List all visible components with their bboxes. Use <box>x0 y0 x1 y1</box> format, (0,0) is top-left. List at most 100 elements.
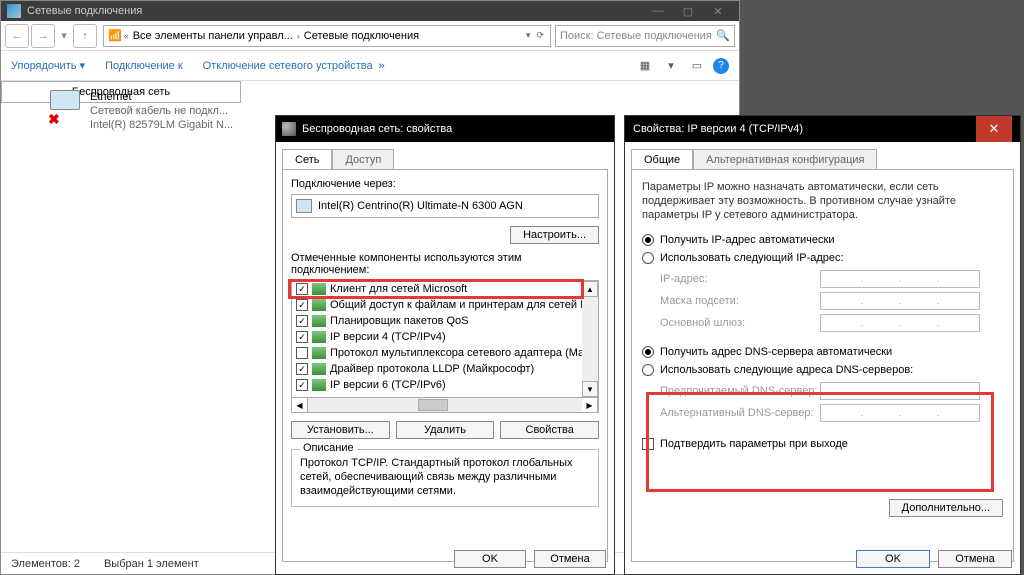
search-input[interactable]: Поиск: Сетевые подключения 🔍 <box>555 25 735 47</box>
dns1-input[interactable]: ... <box>820 382 980 400</box>
checkbox[interactable] <box>296 363 308 375</box>
breadcrumb-root[interactable]: Все элементы панели управл... <box>133 30 293 42</box>
description-label: Описание <box>300 442 357 454</box>
tab-network[interactable]: Сеть <box>282 149 332 170</box>
description-text: Протокол TCP/IP. Стандартный протокол гл… <box>300 456 590 498</box>
ipv4-description: Параметры IP можно назначать автоматичес… <box>642 180 1003 222</box>
window-controls: — ▢ ✕ <box>643 1 733 21</box>
ipv4-title: Свойства: IP версии 4 (TCP/IPv4) <box>633 123 803 135</box>
disconnected-x-icon: ✖ <box>48 111 60 128</box>
disable-device-menu[interactable]: Отключение сетевого устройства <box>203 60 373 72</box>
list-item: Общий доступ к файлам и принтерам для се… <box>292 297 598 313</box>
radio-icon <box>642 234 654 246</box>
list-item: Клиент для сетей Microsoft <box>292 281 598 297</box>
maximize-button[interactable]: ▢ <box>673 1 703 21</box>
window-title: Сетевые подключения <box>27 5 142 17</box>
explorer-nav: ← → ▾ ↑ 📶 « Все элементы панели управл..… <box>1 21 739 51</box>
help-icon[interactable]: ? <box>713 58 729 74</box>
scroll-right-icon[interactable]: ▶ <box>582 398 598 412</box>
ip-address-row: IP-адрес:... <box>660 270 1003 288</box>
ok-button[interactable]: OK <box>856 550 930 568</box>
list-vscrollbar[interactable]: ▲ ▼ <box>582 281 598 397</box>
folder-icon: 📶 <box>108 29 122 42</box>
component-icon <box>312 363 326 375</box>
search-placeholder: Поиск: Сетевые подключения <box>560 30 712 42</box>
list-item: IP версии 6 (TCP/IPv6) <box>292 377 598 393</box>
list-item: Драйвер протокола LLDP (Майкрософт) <box>292 361 598 377</box>
dns1-row: Предпочитаемый DNS-сервер:... <box>660 382 1003 400</box>
radio-dns-auto[interactable]: Получить адрес DNS-сервера автоматически <box>642 346 1003 358</box>
ip-address-input[interactable]: ... <box>820 270 980 288</box>
list-item: Планировщик пакетов QoS <box>292 313 598 329</box>
ipv4-properties-window: Свойства: IP версии 4 (TCP/IPv4) ✕ Общие… <box>624 115 1021 575</box>
advanced-button[interactable]: Дополнительно... <box>889 499 1003 517</box>
ethernet-name: Ethernet <box>90 90 272 104</box>
explorer-titlebar[interactable]: Сетевые подключения — ▢ ✕ <box>1 1 739 21</box>
command-bar: Упорядочить ▾ Подключение к Отключение с… <box>1 51 739 81</box>
details-pane-icon[interactable]: ▭ <box>687 56 707 76</box>
component-icon <box>312 315 326 327</box>
checkbox[interactable] <box>296 315 308 327</box>
component-icon <box>312 331 326 343</box>
scrollbar-thumb[interactable] <box>418 399 448 411</box>
ok-button[interactable]: OK <box>454 550 526 568</box>
ipv4-titlebar[interactable]: Свойства: IP версии 4 (TCP/IPv4) ✕ <box>625 116 1020 142</box>
nav-forward-button[interactable]: → <box>31 24 55 48</box>
dns2-input[interactable]: ... <box>820 404 980 422</box>
properties-button[interactable]: Свойства <box>500 421 599 439</box>
radio-icon <box>642 346 654 358</box>
component-icon <box>312 283 326 295</box>
tab-general[interactable]: Общие <box>631 149 693 170</box>
status-selected: Выбран 1 элемент <box>104 558 199 570</box>
scroll-up-icon[interactable]: ▲ <box>582 281 598 297</box>
network-card-icon <box>296 199 312 213</box>
view-small-icon[interactable]: ▦ <box>635 56 655 76</box>
view-dropdown-icon[interactable]: ▾ <box>661 56 681 76</box>
scroll-left-icon[interactable]: ◀ <box>292 398 308 412</box>
scroll-down-icon[interactable]: ▼ <box>582 381 598 397</box>
gateway-input[interactable]: ... <box>820 314 980 332</box>
organize-menu[interactable]: Упорядочить ▾ <box>11 59 85 72</box>
configure-button[interactable]: Настроить... <box>510 226 599 244</box>
adapter-name: Intel(R) Centrino(R) Ultimate-N 6300 AGN <box>318 200 523 212</box>
connect-to-menu[interactable]: Подключение к <box>105 60 183 72</box>
tab-alternate-config[interactable]: Альтернативная конфигурация <box>693 149 877 170</box>
minimize-button[interactable]: — <box>643 1 673 21</box>
breadcrumb-current[interactable]: Сетевые подключения <box>304 30 419 42</box>
checkbox[interactable] <box>296 347 308 359</box>
install-button[interactable]: Установить... <box>291 421 390 439</box>
props-titlebar[interactable]: Беспроводная сеть: свойства <box>276 116 614 142</box>
validate-on-exit-checkbox[interactable]: Подтвердить параметры при выходе <box>642 438 1003 450</box>
component-icon <box>312 379 326 391</box>
remove-button[interactable]: Удалить <box>396 421 495 439</box>
refresh-button[interactable]: ⟳ <box>536 30 544 41</box>
more-dropdown-icon[interactable]: » <box>379 60 385 72</box>
adapter-box: Intel(R) Centrino(R) Ultimate-N 6300 AGN <box>291 194 599 218</box>
list-hscrollbar[interactable]: ◀ ▶ <box>291 397 599 413</box>
nav-back-button[interactable]: ← <box>5 24 29 48</box>
checkbox[interactable] <box>296 331 308 343</box>
radio-icon <box>642 364 654 376</box>
checkbox[interactable] <box>296 379 308 391</box>
cancel-button[interactable]: Отмена <box>938 550 1012 568</box>
components-list[interactable]: Клиент для сетей Microsoft Общий доступ … <box>291 280 599 398</box>
checkbox[interactable] <box>296 299 308 311</box>
ethernet-adapter: Intel(R) 82579LM Gigabit N... <box>90 118 272 132</box>
list-item: Протокол мультиплексора сетевого адаптер… <box>292 345 598 361</box>
tab-access[interactable]: Доступ <box>332 149 394 170</box>
radio-ip-manual[interactable]: Использовать следующий IP-адрес: <box>642 252 1003 264</box>
checkbox[interactable] <box>296 283 308 295</box>
radio-ip-auto[interactable]: Получить IP-адрес автоматически <box>642 234 1003 246</box>
close-button[interactable]: ✕ <box>703 1 733 21</box>
connection-ethernet[interactable]: ✖ Ethernet Сетевой кабель не подкл... In… <box>46 86 276 136</box>
address-bar[interactable]: 📶 « Все элементы панели управл... › Сете… <box>103 25 551 47</box>
subnet-mask-input[interactable]: ... <box>820 292 980 310</box>
radio-dns-manual[interactable]: Использовать следующие адреса DNS-сервер… <box>642 364 1003 376</box>
close-button[interactable]: ✕ <box>976 116 1012 142</box>
nav-recent-dropdown[interactable]: ▾ <box>57 24 71 48</box>
cancel-button[interactable]: Отмена <box>534 550 606 568</box>
props-title: Беспроводная сеть: свойства <box>302 123 452 135</box>
connect-via-label: Подключение через: <box>291 178 599 190</box>
nav-up-button[interactable]: ↑ <box>73 24 97 48</box>
ethernet-icon: ✖ <box>50 90 90 126</box>
